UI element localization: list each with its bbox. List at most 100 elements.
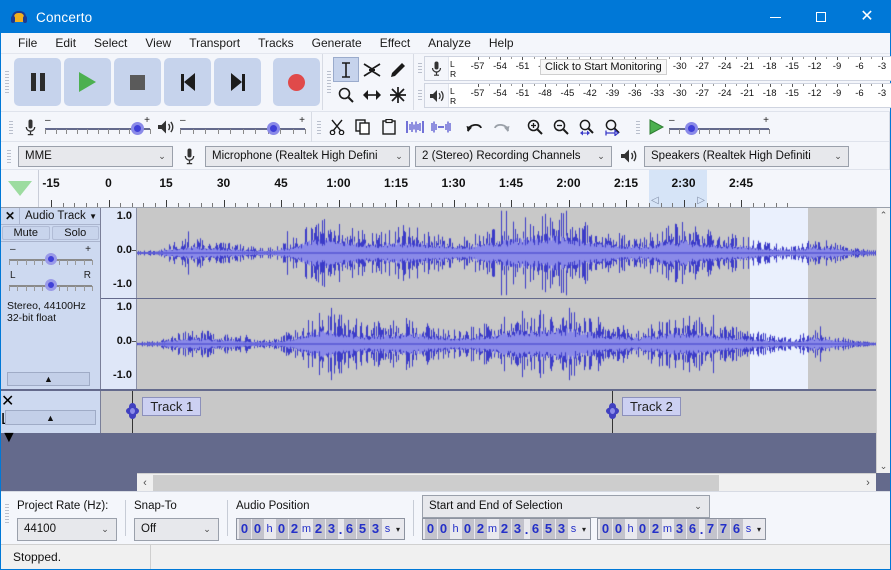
zoom-in-button[interactable] <box>522 114 547 140</box>
time-shift-tool-button[interactable] <box>359 82 385 107</box>
maximize-button[interactable] <box>798 1 844 33</box>
gain-slider[interactable]: – + <box>9 244 93 268</box>
play-speed-slider[interactable]: – + <box>669 115 770 138</box>
vertical-scrollbar[interactable]: ⌃ ⌄ <box>876 208 890 473</box>
timeline-ruler[interactable]: ◁ ▷ -15 0 15 30 45 1:00 1:15 1:30 1:45 2:00 2:15 2:… <box>1 170 890 208</box>
menu-tracks[interactable]: Tracks <box>249 34 303 52</box>
copy-button[interactable] <box>350 114 375 140</box>
toolbar-grip[interactable] <box>3 54 11 110</box>
scroll-up-button[interactable]: ⌃ <box>877 208 890 222</box>
meter-tick-label: -21 <box>740 88 755 99</box>
solo-button[interactable]: Solo <box>51 226 99 240</box>
close-icon: ✕ <box>860 8 874 25</box>
play-button[interactable] <box>64 58 111 106</box>
timeline-scale[interactable]: ◁ ▷ -15 0 15 30 45 1:00 1:15 1:30 1:45 2:00 2:15 2:… <box>39 170 890 207</box>
mute-button[interactable]: Mute <box>2 226 50 240</box>
gain-plus-label: + <box>85 244 91 255</box>
meter-toolbars: Click to Start Monitoring LR -57 -54 -51 -4… <box>414 54 891 110</box>
horizontal-scroll-strip[interactable] <box>153 474 860 491</box>
playback-volume-slider[interactable]: – + <box>180 115 306 138</box>
fit-project-button[interactable] <box>600 114 625 140</box>
meter-tick-label: -18 <box>762 61 777 72</box>
audio-position-field[interactable]: 0 0 h 0 2 m 2 3. 6 5 3 s ▾ <box>236 518 405 540</box>
fit-selection-button[interactable] <box>574 114 599 140</box>
zoom-out-button[interactable] <box>548 114 573 140</box>
selection-start-field[interactable]: 0 0 h 0 2 m 2 3. 6 5 3 s ▾ <box>422 518 591 540</box>
play-at-speed-grip[interactable] <box>634 112 642 142</box>
selection-tool-button[interactable] <box>333 57 359 82</box>
waveform-right[interactable] <box>137 299 876 389</box>
scroll-down-button[interactable]: ⌄ <box>877 459 890 473</box>
track-name-dropdown[interactable]: Audio Track ▼ <box>20 208 100 224</box>
silence-audio-button[interactable] <box>428 114 453 140</box>
time-spinner[interactable]: ▾ <box>393 525 403 534</box>
scroll-right-button[interactable]: › <box>860 477 876 489</box>
cut-button[interactable] <box>324 114 349 140</box>
stop-button[interactable] <box>114 58 161 106</box>
multi-tool-button[interactable] <box>385 82 411 107</box>
label-text[interactable]: Track 2 <box>621 397 681 416</box>
playback-meter-grip[interactable] <box>416 83 424 107</box>
trim-audio-button[interactable] <box>402 114 427 140</box>
waveform-left[interactable] <box>137 208 876 298</box>
minimize-button[interactable] <box>752 1 798 33</box>
vertical-ruler-left[interactable]: 1.0 0.0 -1.0 <box>101 208 137 298</box>
edit-toolbar-grip[interactable] <box>315 112 323 142</box>
zoom-tool-button[interactable] <box>333 82 359 107</box>
envelope-tool-button[interactable] <box>359 57 385 82</box>
project-rate-select[interactable]: 44100 ⌄ <box>17 517 117 541</box>
recording-device-select[interactable]: Microphone (Realtek High Defini ⌄ <box>205 145 410 167</box>
recording-channels-select[interactable]: 2 (Stereo) Recording Channels ⌄ <box>415 145 612 167</box>
pinned-play-head-button[interactable] <box>1 170 39 207</box>
recording-volume-slider[interactable]: – + <box>45 115 151 138</box>
device-toolbar-grip[interactable] <box>5 142 13 170</box>
menu-help[interactable]: Help <box>480 34 523 52</box>
menu-generate[interactable]: Generate <box>303 34 371 52</box>
menu-view[interactable]: View <box>136 34 180 52</box>
redo-button[interactable] <box>488 114 513 140</box>
horizontal-scroll-thumb[interactable] <box>153 474 719 491</box>
paste-button[interactable] <box>376 114 401 140</box>
selection-toolbar-grip[interactable] <box>3 492 11 534</box>
label-handle[interactable] <box>605 403 619 419</box>
draw-tool-button[interactable] <box>385 57 411 82</box>
scroll-left-button[interactable]: ‹ <box>137 477 153 489</box>
play-at-speed-button[interactable] <box>643 114 668 140</box>
menu-select[interactable]: Select <box>85 34 136 52</box>
track-close-button[interactable]: ✕ <box>1 208 20 224</box>
label-text[interactable]: Track 1 <box>142 397 202 416</box>
pan-slider[interactable]: L R <box>9 270 93 294</box>
menu-transport[interactable]: Transport <box>180 34 249 52</box>
horizontal-scrollbar[interactable]: ‹ › <box>137 473 876 491</box>
close-button[interactable]: ✕ <box>844 1 890 33</box>
menu-effect[interactable]: Effect <box>371 34 419 52</box>
label-track-close-button[interactable]: ✕ <box>1 391 100 411</box>
snap-to-select[interactable]: Off ⌄ <box>134 517 219 541</box>
recording-device-value: Microphone (Realtek High Defini <box>212 150 378 162</box>
time-spinner[interactable]: ▾ <box>579 525 589 534</box>
undo-button[interactable] <box>462 114 487 140</box>
tools-toolbar-grip[interactable] <box>325 57 333 107</box>
record-button[interactable] <box>273 58 320 106</box>
vertical-ruler-right[interactable]: 1.0 0.0 -1.0 <box>101 299 137 389</box>
playback-device-select[interactable]: Speakers (Realtek High Definiti ⌄ <box>644 145 849 167</box>
audio-host-select[interactable]: MME ⌄ <box>18 145 173 167</box>
label-track-collapse-button[interactable]: ▲ <box>5 410 96 425</box>
playback-meter[interactable]: LR -57 -54 -51 -48 -45 -42 -39 -36 -33 -30 -27 -24-… <box>424 83 891 108</box>
skip-to-end-button[interactable] <box>214 58 261 106</box>
selection-end-field[interactable]: 0 0 h 0 2 m 3 6. 7 7 6 s ▾ <box>597 518 766 540</box>
label-track-body[interactable]: Track 1 Track 2 <box>101 391 876 433</box>
track-collapse-button[interactable]: ▲ <box>7 372 90 386</box>
mixer-toolbar-grip[interactable] <box>7 112 15 142</box>
menu-bar: File Edit Select View Transport Tracks G… <box>1 33 890 54</box>
meter-tick-label: -39 <box>605 88 620 99</box>
menu-file[interactable]: File <box>9 34 46 52</box>
skip-to-start-button[interactable] <box>164 58 211 106</box>
label-handle[interactable] <box>126 403 140 419</box>
recording-meter-grip[interactable] <box>416 56 424 80</box>
pause-button[interactable] <box>14 58 61 106</box>
menu-edit[interactable]: Edit <box>46 34 85 52</box>
selection-mode-select[interactable]: Start and End of Selection ⌄ <box>422 494 710 518</box>
menu-analyze[interactable]: Analyze <box>419 34 480 52</box>
time-spinner[interactable]: ▾ <box>754 525 764 534</box>
